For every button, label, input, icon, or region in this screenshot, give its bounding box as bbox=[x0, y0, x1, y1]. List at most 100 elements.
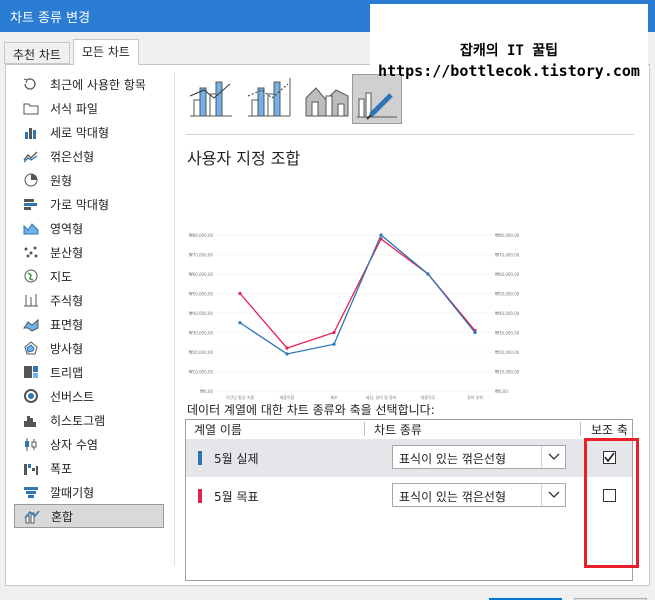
box-whisker-chart-icon bbox=[22, 436, 40, 452]
sidebar-item-radar-chart[interactable]: 방사형 bbox=[14, 336, 164, 360]
folder-icon bbox=[22, 100, 40, 116]
map-chart-icon bbox=[22, 268, 40, 284]
sidebar-item-label: 선버스트 bbox=[50, 389, 95, 404]
chart-type-dropdown[interactable]: 표식이 있는 꺾은선형 bbox=[392, 445, 566, 469]
series-grid: 계열 이름 차트 종류 보조 축 5월 실제 표식이 있는 꺾은선형 5월 목표 표식… bbox=[185, 419, 633, 581]
column-divider bbox=[580, 422, 581, 436]
x-tick-label: 대용득무 bbox=[421, 394, 436, 400]
surface-chart-icon bbox=[22, 316, 40, 332]
treemap-chart-icon bbox=[22, 364, 40, 380]
y-tick-label: ₩0,00 bbox=[200, 389, 213, 394]
sidebar-item-folder[interactable]: 서식 파일 bbox=[14, 96, 164, 120]
sidebar-item-label: 트리맵 bbox=[50, 365, 84, 380]
change-chart-type-dialog: 추천 차트 모든 차트 최근에 사용한 항목서식 파일세로 막대형꺾은선형 원형가… bbox=[0, 32, 655, 600]
secondary-axis-checkbox[interactable] bbox=[603, 489, 616, 502]
chart-type-value: 표식이 있는 꺾은선형 bbox=[399, 452, 506, 466]
clustered-column-line-secondary-thumbnail[interactable] bbox=[244, 74, 294, 124]
tab-all-charts[interactable]: 모든 차트 bbox=[73, 39, 139, 65]
series-name: 5월 실제 bbox=[214, 452, 259, 466]
y-tick-label: ₩50,000,00 bbox=[189, 292, 214, 297]
data-point bbox=[238, 321, 242, 325]
sidebar-item-combo-chart[interactable]: 혼합 bbox=[14, 504, 164, 528]
series-name: 5월 목표 bbox=[214, 490, 259, 504]
chart-type-value: 표식이 있는 꺾은선형 bbox=[399, 490, 506, 504]
column-chart-icon bbox=[22, 124, 40, 140]
sidebar-item-surface-chart[interactable]: 표면형 bbox=[14, 312, 164, 336]
y2-tick-label: ₩60,000,00 bbox=[495, 272, 520, 277]
chart-category-list: 최근에 사용한 항목서식 파일세로 막대형꺾은선형 원형가로 막대형영역형분산형지… bbox=[14, 72, 164, 528]
data-point bbox=[332, 330, 336, 335]
chevron-down-icon[interactable] bbox=[541, 446, 565, 468]
sidebar-item-label: 지도 bbox=[50, 269, 73, 284]
y2-tick-label: ₩30,000,00 bbox=[495, 331, 520, 336]
sidebar-item-label: 표면형 bbox=[50, 317, 84, 332]
y2-tick-label: ₩40,000,00 bbox=[495, 311, 520, 316]
sidebar-item-label: 분산형 bbox=[50, 245, 84, 260]
sidebar-item-pie-chart[interactable]: 원형 bbox=[14, 168, 164, 192]
bar-chart-icon bbox=[22, 196, 40, 212]
sidebar-item-label: 히스토그램 bbox=[50, 413, 106, 428]
watermark: 잡캐의 IT 꿀팁 https://bottlecok.tistory.com bbox=[370, 4, 648, 80]
sidebar-item-label: 서식 파일 bbox=[50, 101, 98, 116]
sidebar-item-bar-chart[interactable]: 가로 막대형 bbox=[14, 192, 164, 216]
data-point bbox=[285, 346, 289, 350]
sidebar-item-label: 가로 막대형 bbox=[50, 197, 110, 212]
sidebar-item-histogram-chart[interactable]: 히스토그램 bbox=[14, 408, 164, 432]
y2-tick-label: ₩80,000,00 bbox=[495, 233, 520, 238]
y-tick-label: ₩20,000,00 bbox=[189, 350, 214, 355]
watermark-title: 잡캐의 IT 꿀팁 bbox=[459, 43, 559, 59]
sidebar-item-map-chart[interactable]: 지도 bbox=[14, 264, 164, 288]
sidebar-item-label: 상자 수염 bbox=[50, 437, 98, 452]
combo-chart-icon bbox=[23, 508, 41, 524]
series-color-swatch bbox=[198, 489, 202, 503]
data-point bbox=[332, 342, 336, 346]
sidebar-item-recent[interactable]: 최근에 사용한 항목 bbox=[14, 72, 164, 96]
y-tick-label: ₩60,000,00 bbox=[189, 272, 214, 277]
series-row[interactable]: 5월 실제 표식이 있는 꺾은선형 bbox=[186, 439, 632, 477]
data-point bbox=[285, 352, 289, 356]
y2-tick-label: ₩0,00 bbox=[495, 389, 508, 394]
stock-chart-icon bbox=[22, 292, 40, 308]
sidebar-item-stock-chart[interactable]: 주식형 bbox=[14, 288, 164, 312]
stacked-area-column-thumbnail[interactable] bbox=[302, 74, 352, 124]
sidebar-item-area-chart[interactable]: 영역형 bbox=[14, 216, 164, 240]
y2-tick-label: ₩70,000,00 bbox=[495, 253, 520, 258]
x-tick-label: 세선, 성이 및 정비 bbox=[366, 394, 397, 400]
custom-combination-thumbnail[interactable] bbox=[352, 74, 402, 124]
y-tick-label: ₩40,000,00 bbox=[189, 311, 214, 316]
sidebar-item-scatter-chart[interactable]: 분산형 bbox=[14, 240, 164, 264]
y-tick-label: ₩10,000,00 bbox=[189, 370, 214, 375]
sidebar-item-box-whisker-chart[interactable]: 상자 수염 bbox=[14, 432, 164, 456]
sidebar-item-label: 폭포 bbox=[50, 461, 73, 476]
sidebar-item-label: 혼합 bbox=[51, 509, 74, 524]
x-tick-label: 기간당 평균 속품 bbox=[226, 394, 255, 400]
recent-icon bbox=[22, 76, 40, 92]
waterfall-chart-icon bbox=[22, 460, 40, 476]
chevron-down-icon[interactable] bbox=[541, 484, 565, 506]
scatter-chart-icon bbox=[22, 244, 40, 260]
sidebar-item-line-chart[interactable]: 꺾은선형 bbox=[14, 144, 164, 168]
sidebar-item-funnel-chart[interactable]: 깔때기형 bbox=[14, 480, 164, 504]
sidebar-item-column-chart[interactable]: 세로 막대형 bbox=[14, 120, 164, 144]
tab-recommended-charts[interactable]: 추천 차트 bbox=[4, 42, 70, 64]
series-row[interactable]: 5월 목표 표식이 있는 꺾은선형 bbox=[186, 477, 632, 515]
sidebar-item-label: 영역형 bbox=[50, 221, 84, 236]
secondary-axis-checkbox[interactable] bbox=[603, 451, 616, 464]
chart-preview: ₩80,000,00 ₩70,000,00 ₩60,000,00 ₩50,000,00… bbox=[189, 233, 520, 400]
histogram-chart-icon bbox=[22, 412, 40, 428]
y-tick-label: ₩80,000,00 bbox=[189, 233, 214, 238]
sidebar-item-waterfall-chart[interactable]: 폭포 bbox=[14, 456, 164, 480]
series-instruction: 데이터 계열에 대한 차트 종류와 축을 선택합니다: bbox=[187, 403, 435, 417]
column-divider bbox=[364, 422, 365, 436]
sidebar-item-label: 세로 막대형 bbox=[50, 125, 110, 140]
column-header-chart-type: 차트 종류 bbox=[374, 423, 422, 437]
clustered-column-line-thumbnail[interactable] bbox=[186, 74, 236, 124]
pie-chart-icon bbox=[22, 172, 40, 188]
data-point bbox=[426, 272, 430, 276]
y2-tick-label: ₩50,000,00 bbox=[495, 292, 520, 297]
sidebar-item-sunburst-chart[interactable]: 선버스트 bbox=[14, 384, 164, 408]
column-header-series-name: 계열 이름 bbox=[194, 423, 242, 437]
sidebar-item-treemap-chart[interactable]: 트리맵 bbox=[14, 360, 164, 384]
chart-type-dropdown[interactable]: 표식이 있는 꺾은선형 bbox=[392, 483, 566, 507]
x-tick-label: 제조 bbox=[330, 394, 338, 400]
